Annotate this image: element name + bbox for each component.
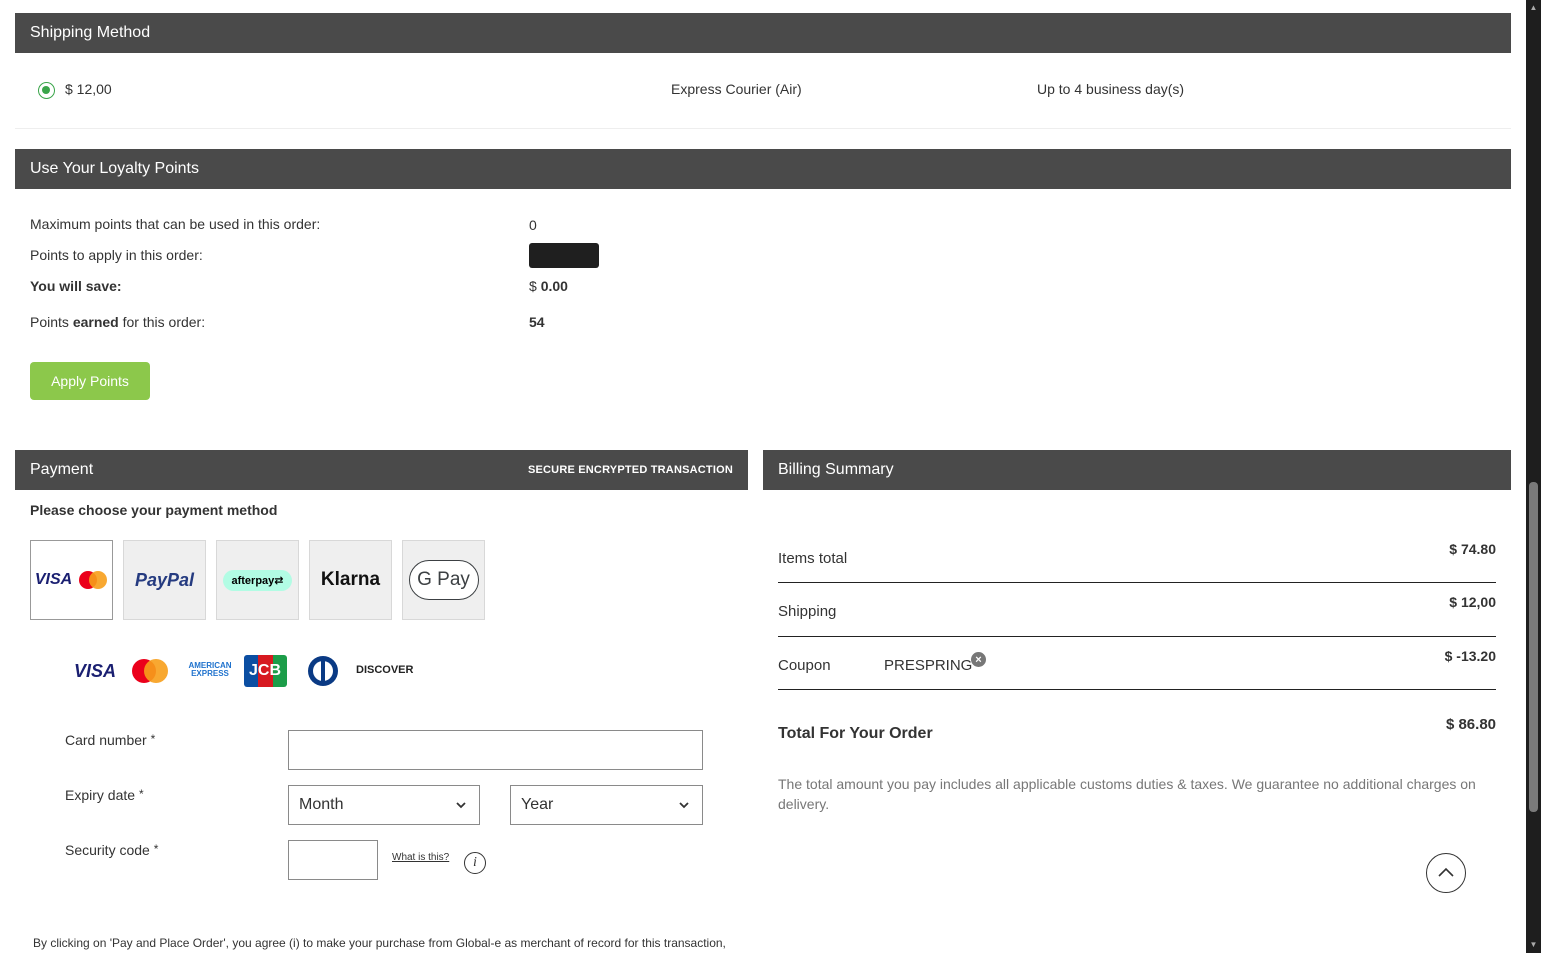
points-earned-value: 54 xyxy=(529,314,545,330)
billing-divider xyxy=(778,636,1496,637)
visa-logo: VISA xyxy=(34,571,73,588)
coupon-value: $ -13.20 xyxy=(1444,648,1496,664)
apply-points-label: Apply Points xyxy=(51,373,129,389)
card-number-label: Card number * xyxy=(65,732,155,748)
loyalty-header: Use Your Loyalty Points xyxy=(15,149,1511,189)
save-value: 0.00 xyxy=(540,278,568,294)
jcb-brand-icon: JCB xyxy=(244,655,287,687)
scroll-down-arrow-icon[interactable]: ▼ xyxy=(1529,940,1538,949)
amex-brand-icon: AMERICAN EXPRESS xyxy=(184,662,236,678)
info-icon-glyph: i xyxy=(473,855,477,870)
security-label-text: Security code xyxy=(65,842,150,858)
save-value-row: $ 0.00 xyxy=(529,278,568,294)
chevron-down-icon xyxy=(679,802,689,809)
expiry-date-label: Expiry date * xyxy=(65,787,144,803)
order-total-label: Total For Your Order xyxy=(778,725,933,742)
shipping-eta: Up to 4 business day(s) xyxy=(1037,81,1185,97)
terms-text: By clicking on 'Pay and Place Order', yo… xyxy=(33,936,726,950)
points-earned-label: Points earned for this order: xyxy=(30,314,205,330)
security-required: * xyxy=(153,842,159,856)
shipping-radio-dot xyxy=(42,86,50,94)
payment-method-gpay[interactable]: G Pay xyxy=(402,540,485,620)
payment-header: Payment SECURE ENCRYPTED TRANSACTION xyxy=(15,450,748,490)
shipping-method-title: Shipping Method xyxy=(30,24,151,41)
items-total-label: Items total xyxy=(778,550,848,567)
points-apply-input[interactable] xyxy=(529,243,599,268)
klarna-logo: Klarna xyxy=(320,569,381,590)
earned-pre: Points xyxy=(30,314,73,330)
save-label: You will save: xyxy=(30,278,122,294)
afterpay-logo: afterpay xyxy=(231,574,275,587)
coupon-code: PRESPRING xyxy=(884,657,973,674)
payment-method-klarna[interactable]: Klarna xyxy=(309,540,392,620)
card-number-input[interactable] xyxy=(288,730,703,770)
coupon-label: Coupon xyxy=(778,657,831,674)
diners-brand-icon xyxy=(308,656,338,686)
page-scrollbar-thumb[interactable] xyxy=(1529,482,1538,812)
afterpay-badge: afterpay⇄ xyxy=(223,569,292,591)
shipping-service: Express Courier (Air) xyxy=(671,81,802,97)
visa-brand-icon: VISA xyxy=(74,661,117,681)
earned-bold: earned xyxy=(72,314,119,330)
order-total-value: $ 86.80 xyxy=(1445,716,1496,733)
mastercard-brand-icon xyxy=(132,659,168,683)
amex-brand-text: AMERICAN EXPRESS xyxy=(188,661,232,678)
billing-note: The total amount you pay includes all ap… xyxy=(778,776,1476,812)
what-is-this-link[interactable]: What is this? xyxy=(392,852,449,863)
paypal-logo: PayPal xyxy=(134,569,195,590)
billing-divider xyxy=(778,582,1496,583)
expiry-label-text: Expiry date xyxy=(65,787,136,803)
scroll-up-arrow-icon[interactable]: ▲ xyxy=(1529,3,1538,12)
max-points-value: 0 xyxy=(529,217,537,233)
scroll-to-top-button[interactable] xyxy=(1426,853,1466,893)
expiry-month-select[interactable]: Month xyxy=(288,785,480,825)
billing-divider xyxy=(778,689,1496,690)
chevron-down-icon xyxy=(456,802,466,809)
payment-method-afterpay[interactable]: afterpay⇄ xyxy=(216,540,299,620)
gpay-badge: G Pay xyxy=(408,560,479,600)
shipping-method-header: Shipping Method xyxy=(15,13,1511,53)
max-points-label: Maximum points that can be used in this … xyxy=(30,216,321,232)
expiry-required: * xyxy=(138,787,144,801)
save-currency: $ xyxy=(529,278,537,294)
security-code-label: Security code * xyxy=(65,842,158,858)
shipping-radio[interactable] xyxy=(38,82,55,99)
gpay-logo: G Pay xyxy=(417,569,470,590)
loyalty-title: Use Your Loyalty Points xyxy=(30,160,199,177)
jcb-brand-text: JCB xyxy=(249,662,282,679)
security-code-input[interactable] xyxy=(288,840,378,880)
shipping-price: $ 12,00 xyxy=(65,81,112,97)
choose-payment-label: Please choose your payment method xyxy=(30,502,278,518)
month-placeholder: Month xyxy=(299,796,344,813)
card-number-required: * xyxy=(150,732,156,746)
info-icon[interactable]: i xyxy=(464,852,486,874)
shipping-value: $ 12,00 xyxy=(1449,594,1496,610)
items-total-value: $ 74.80 xyxy=(1449,541,1496,557)
shipping-label: Shipping xyxy=(778,603,837,620)
mastercard-icon xyxy=(79,571,108,589)
remove-coupon-icon[interactable]: × xyxy=(971,652,986,667)
billing-summary-title: Billing Summary xyxy=(778,461,894,478)
expiry-year-select[interactable]: Year xyxy=(510,785,703,825)
card-number-label-text: Card number xyxy=(65,732,147,748)
billing-summary-header: Billing Summary xyxy=(763,450,1511,490)
apply-points-button[interactable]: Apply Points xyxy=(30,362,150,400)
payment-method-card[interactable]: VISA xyxy=(30,540,113,620)
card-brands-row: VISA AMERICAN EXPRESS JCB DISCOVER xyxy=(74,655,414,687)
earned-post: for this order: xyxy=(118,314,206,330)
secure-transaction-label: SECURE ENCRYPTED TRANSACTION xyxy=(527,464,733,476)
chevron-up-icon xyxy=(1438,867,1454,877)
payment-title: Payment xyxy=(30,461,94,478)
afterpay-arrows-icon: ⇄ xyxy=(274,574,284,587)
payment-method-paypal[interactable]: PayPal xyxy=(123,540,206,620)
points-apply-label: Points to apply in this order: xyxy=(30,247,203,263)
year-placeholder: Year xyxy=(521,796,554,813)
discover-brand-icon: DISCOVER xyxy=(356,664,414,676)
shipping-divider xyxy=(15,128,1511,129)
